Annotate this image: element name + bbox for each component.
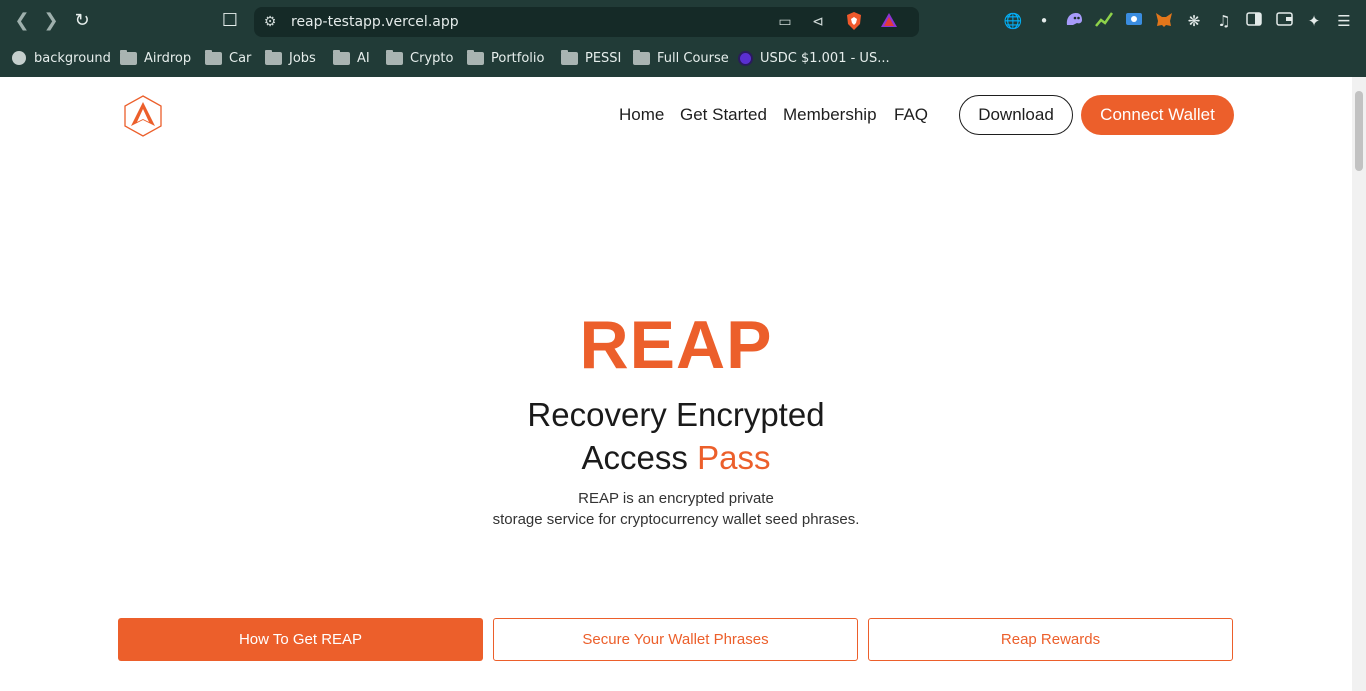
hero-title: REAP <box>579 307 773 383</box>
hero-subtitle-accent: Pass <box>697 439 771 476</box>
scrollbar-thumb[interactable] <box>1355 91 1363 171</box>
bookmark-label: Full Course <box>657 50 729 66</box>
tab-secure-wallet-phrases[interactable]: Secure Your Wallet Phrases <box>493 618 858 661</box>
bookmark-label: Car <box>229 50 252 66</box>
puzzle-extensions-icon[interactable]: ❋ <box>1184 11 1204 31</box>
folder-icon <box>561 49 578 65</box>
bookmark-full-course[interactable]: Full Course <box>633 48 729 68</box>
folder-icon <box>467 49 484 65</box>
chart-extension-icon[interactable] <box>1094 11 1114 31</box>
page-viewport: Home Get Started Membership FAQ Download… <box>0 77 1352 691</box>
download-button[interactable]: Download <box>959 95 1073 135</box>
site-settings-icon[interactable]: ⚙ <box>259 11 281 33</box>
vpn-globe-icon[interactable]: 🌐 <box>1003 11 1023 31</box>
bookmark-label: PESSI <box>585 50 622 66</box>
hero-description-line2: storage service for cryptocurrency walle… <box>492 511 860 528</box>
hero-description-line1: REAP is an encrypted private <box>578 490 774 507</box>
page-scrollbar[interactable] <box>1352 77 1366 691</box>
bookmark-airdrop[interactable]: Airdrop <box>120 48 191 68</box>
hero-subtitle-prefix: Access <box>581 439 688 476</box>
brave-rewards-icon[interactable] <box>878 11 900 33</box>
folder-icon <box>120 49 137 65</box>
extension-dot-icon[interactable]: • <box>1034 11 1054 31</box>
nav-membership[interactable]: Membership <box>783 105 877 125</box>
menu-icon[interactable]: ☰ <box>1334 11 1354 31</box>
reap-logo-icon[interactable] <box>123 95 163 137</box>
folder-icon <box>205 49 222 65</box>
bookmark-label: USDC $1.001 - US... <box>760 50 890 66</box>
back-arrow-icon[interactable]: ❮ <box>11 10 33 32</box>
nav-home[interactable]: Home <box>619 105 664 125</box>
bookmark-background[interactable]: background <box>12 48 111 68</box>
metamask-fox-icon[interactable] <box>1154 11 1174 31</box>
connect-wallet-button[interactable]: Connect Wallet <box>1081 95 1234 135</box>
wallet-icon[interactable] <box>1274 11 1294 31</box>
bookmark-pessi[interactable]: PESSI <box>561 48 621 68</box>
tab-how-to-get-reap[interactable]: How To Get REAP <box>118 618 483 661</box>
bookmark-label: Jobs <box>289 50 316 66</box>
bookmark-label: background <box>34 50 111 66</box>
bookmarks-bar: background Airdrop Car Jobs AI Crypto Po… <box>0 43 1366 71</box>
bookmark-label: Crypto <box>410 50 454 66</box>
coin-icon <box>738 50 753 66</box>
bookmark-ai[interactable]: AI <box>333 48 370 68</box>
tab-reap-rewards[interactable]: Reap Rewards <box>868 618 1233 661</box>
install-app-icon[interactable]: ▭ <box>774 11 796 33</box>
browser-chrome: ❮ ❯ ↻ ☐ ⚙ reap-testapp.vercel.app ▭ ⊲ 🌐 … <box>0 0 1366 77</box>
phantom-icon[interactable] <box>1064 11 1084 31</box>
share-icon[interactable]: ⊲ <box>807 11 829 33</box>
url-text[interactable]: reap-testapp.vercel.app <box>291 14 459 30</box>
hero-subtitle-line2: Access Pass <box>0 438 1352 478</box>
sidebar-toggle-icon[interactable] <box>1244 11 1264 31</box>
bookmark-portfolio[interactable]: Portfolio <box>467 48 544 68</box>
bookmark-jobs[interactable]: Jobs <box>265 48 316 68</box>
address-bar[interactable]: ⚙ reap-testapp.vercel.app ▭ ⊲ <box>254 7 919 37</box>
bookmark-icon[interactable]: ☐ <box>219 10 241 32</box>
folder-icon <box>265 49 282 65</box>
nav-get-started[interactable]: Get Started <box>680 105 767 125</box>
forward-arrow-icon[interactable]: ❯ <box>40 10 62 32</box>
globe-icon <box>12 51 26 65</box>
leo-ai-icon[interactable]: ✦ <box>1304 11 1324 31</box>
brave-shield-icon[interactable] <box>843 11 865 33</box>
browser-toolbar: ❮ ❯ ↻ ☐ ⚙ reap-testapp.vercel.app ▭ ⊲ 🌐 … <box>0 0 1366 43</box>
bookmark-car[interactable]: Car <box>205 48 251 68</box>
hero-subtitle-line1: Recovery Encrypted <box>527 396 825 433</box>
nav-faq[interactable]: FAQ <box>894 105 928 125</box>
bookmark-crypto[interactable]: Crypto <box>386 48 453 68</box>
folder-icon <box>633 49 650 65</box>
folder-icon <box>333 49 350 65</box>
music-note-icon[interactable]: ♫ <box>1214 11 1234 31</box>
bookmark-label: Portfolio <box>491 50 545 66</box>
bookmark-label: Airdrop <box>144 50 192 66</box>
screen-extension-icon[interactable] <box>1124 11 1144 31</box>
folder-icon <box>386 49 403 65</box>
bookmark-label: AI <box>357 50 370 66</box>
bookmark-usdc[interactable]: USDC $1.001 - US... <box>738 48 890 68</box>
reload-icon[interactable]: ↻ <box>71 10 93 32</box>
